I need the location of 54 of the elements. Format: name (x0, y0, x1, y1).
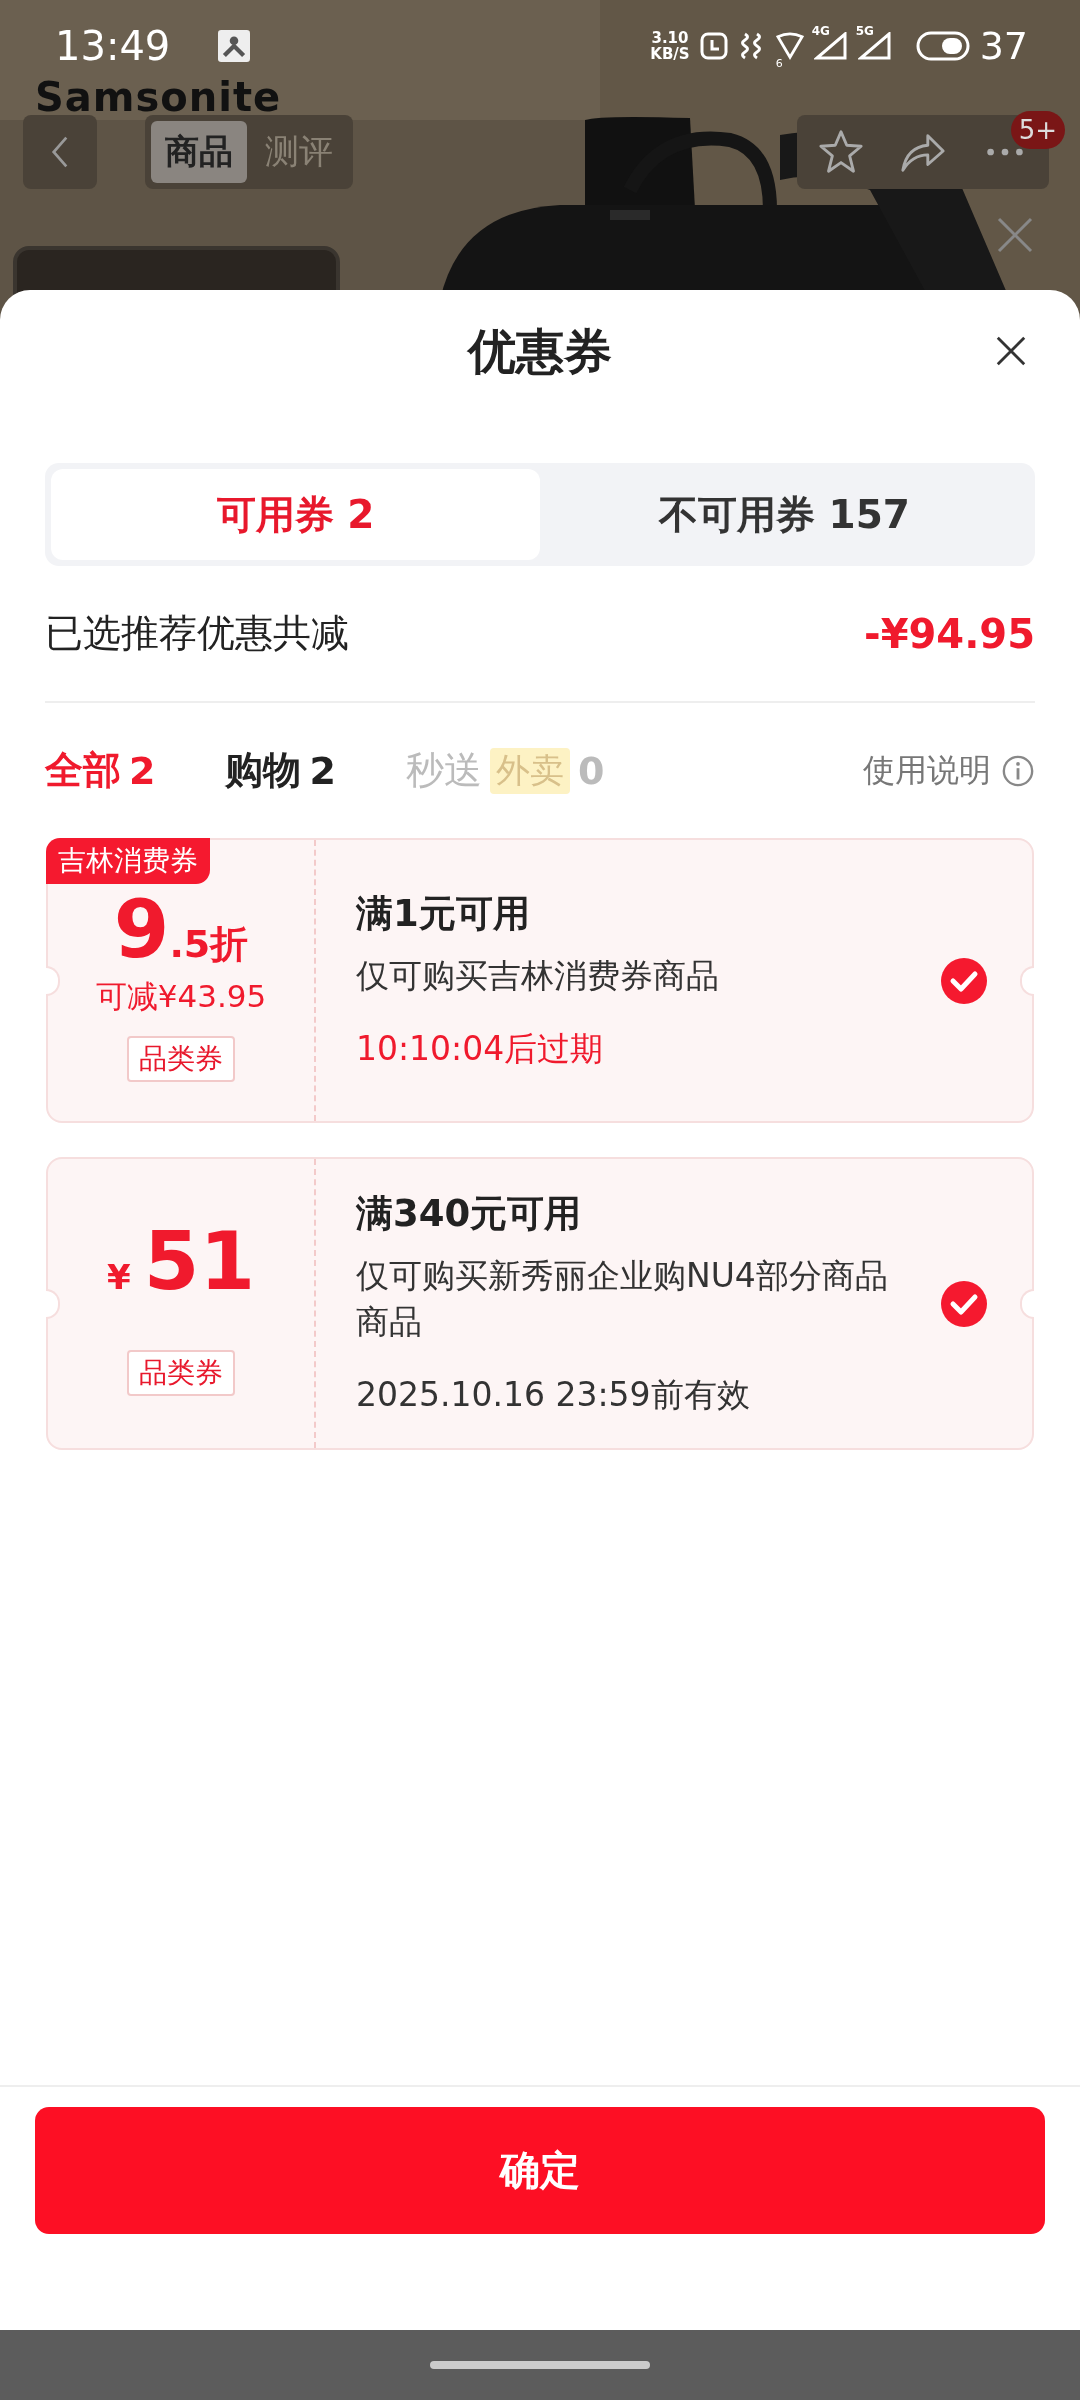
help-link[interactable]: 使用说明 (863, 748, 1035, 793)
notification-icon (218, 30, 251, 62)
coupon-type-tag: 品类券 (127, 1035, 235, 1082)
sheet-title: 优惠券 (468, 322, 612, 381)
coupon-type-tag: 品类券 (127, 1349, 235, 1396)
filter-tab[interactable]: 全部 2 (45, 745, 156, 796)
filter-label: 购物 (225, 747, 302, 794)
coupon-title: 满1元可用 (356, 890, 531, 937)
filter-tab[interactable]: 购物 2 (225, 745, 336, 796)
coupon-card[interactable]: 吉林消费券 9.5折 可减¥43.95 品类券 满1元可用 仅可购买吉林消费券商品 10:10:04后过期 (46, 838, 1034, 1123)
filter-count: 2 (129, 748, 156, 793)
ticket-notch (1020, 1288, 1034, 1319)
star-icon[interactable] (817, 128, 865, 176)
page-tab[interactable]: 测评 (251, 121, 347, 183)
net-speed-value: 3.10 (651, 30, 689, 46)
brand-logo: Samsonite (35, 74, 282, 120)
coupon-title: 满340元可用 (356, 1191, 583, 1237)
network-label: 5G (855, 24, 874, 38)
check-icon[interactable] (940, 956, 988, 1005)
filter-tag: 外卖 (489, 747, 570, 794)
back-icon (51, 135, 69, 169)
filter-label: 全部 (45, 747, 121, 794)
status-time: 13:49 (55, 23, 171, 69)
coupon-description: 仅可购买新秀丽企业购NU4部分商品商品 (356, 1255, 889, 1344)
battery-level: 37 (979, 24, 1028, 68)
check-icon[interactable] (940, 1279, 988, 1328)
clock-icon (699, 32, 728, 60)
coupon-amount: ¥ 51 (106, 1221, 256, 1302)
coupon-tab[interactable]: 可用券 2 (51, 469, 540, 560)
summary-label: 已选推荐优惠共减 (45, 610, 349, 657)
ticket-notch (1020, 965, 1034, 996)
info-icon (1001, 753, 1035, 788)
discount-total: -¥94.95 (864, 610, 1035, 657)
network-label: 4G (811, 24, 830, 38)
confirm-button[interactable]: 确定 (35, 2107, 1045, 2234)
coupon-expiry: 10:10:04后过期 (356, 1028, 605, 1071)
coupon-card[interactable]: ¥ 51 品类券 满340元可用 仅可购买新秀丽企业购NU4部分商品商品 2025.10.16 23:59前有效 (46, 1157, 1034, 1451)
saving-amount: 可减¥43.95 (95, 976, 267, 1016)
ticket-notch (46, 1288, 60, 1319)
close-icon[interactable] (994, 334, 1028, 368)
page-tab[interactable]: 商品 (151, 121, 247, 183)
net-speed-unit: KB/S (650, 46, 690, 62)
discount-value: 9.5折 (113, 889, 249, 970)
coupon-corner-tag: 吉林消费券 (46, 838, 210, 884)
filter-label: 秒送 (405, 747, 482, 794)
ticket-notch (46, 965, 60, 996)
coupon-expiry: 2025.10.16 23:59前有效 (356, 1374, 751, 1417)
coupon-description: 仅可购买吉林消费券商品 (356, 954, 720, 997)
coupon-tab[interactable]: 不可用券 157 (540, 469, 1029, 560)
wifi-icon (775, 32, 804, 60)
filter-count: 2 (309, 748, 336, 793)
wifi-label: 6 (775, 57, 783, 70)
battery-icon (915, 31, 970, 61)
filter-count: 0 (577, 748, 605, 793)
